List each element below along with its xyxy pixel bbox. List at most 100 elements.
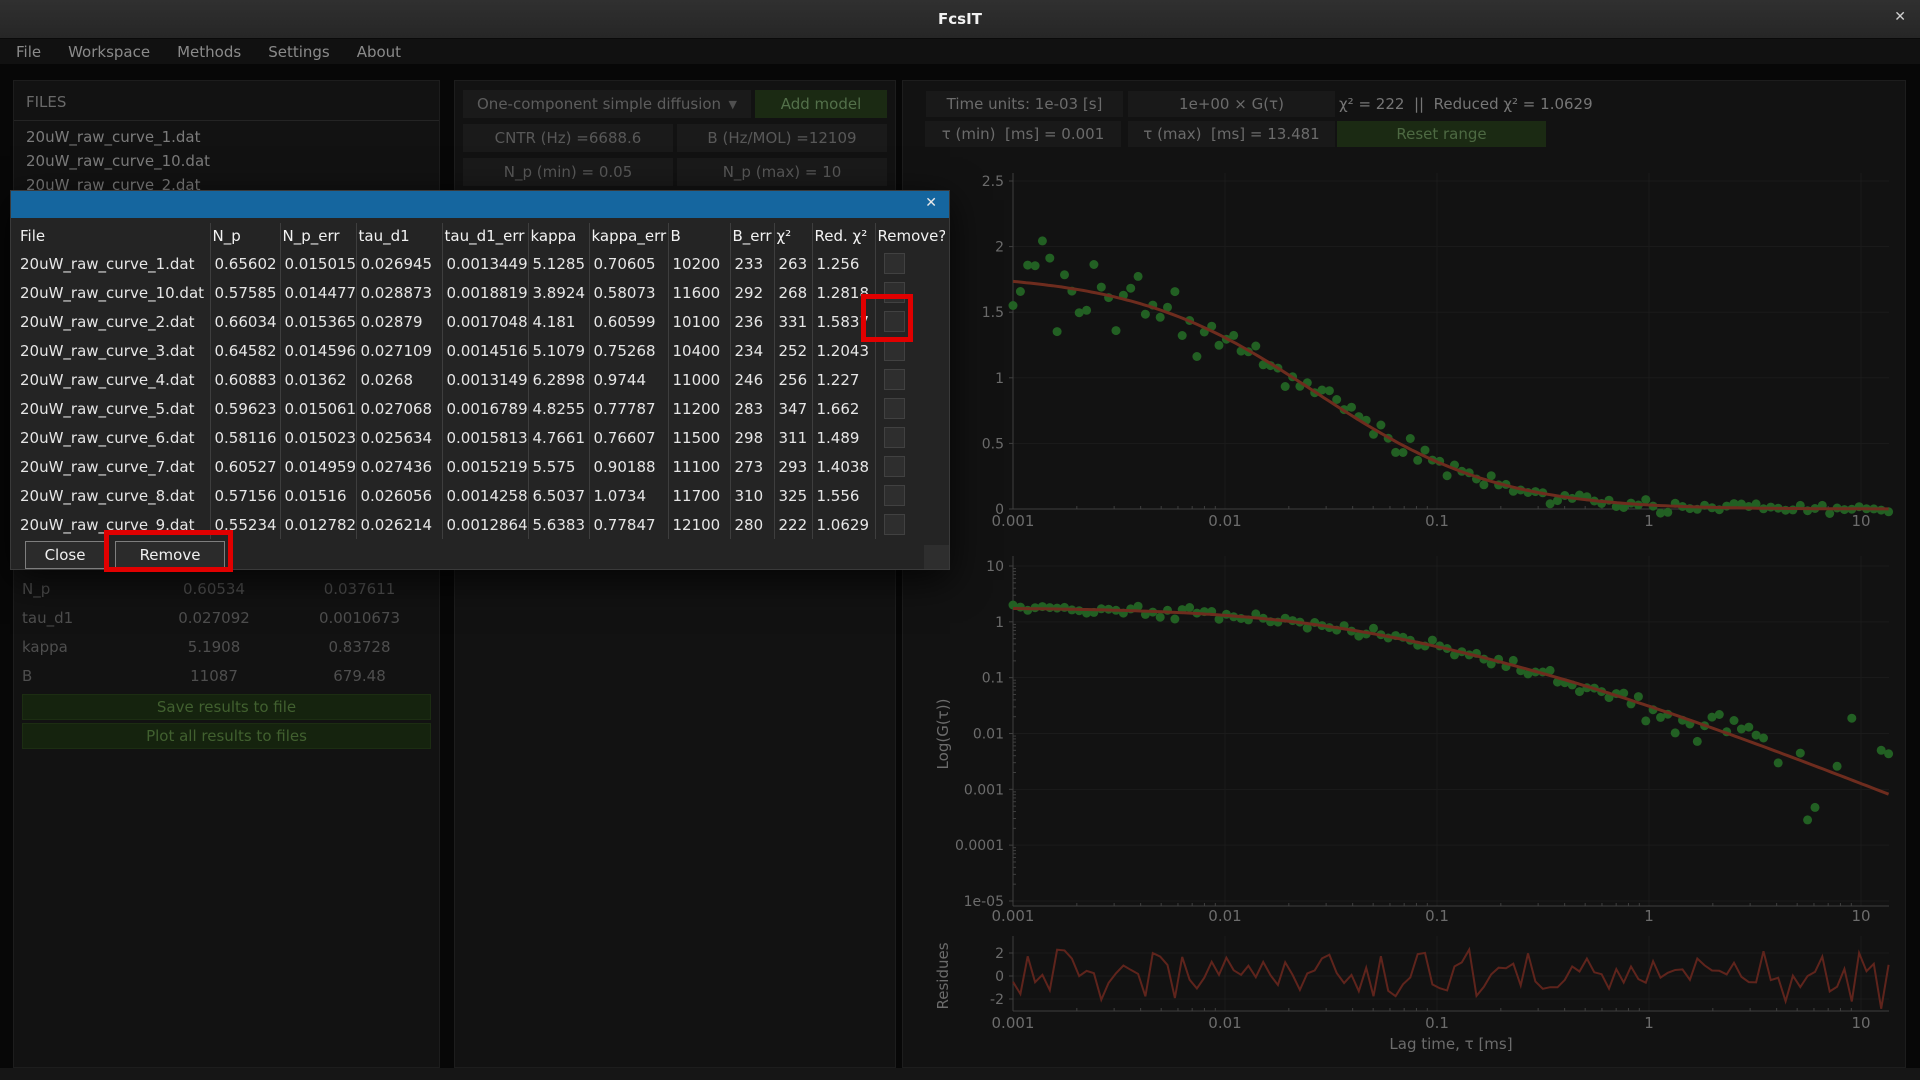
fit-table-file-cell: 20uW_raw_curve_2.dat	[18, 307, 210, 336]
fit-table-value-cell: 0.015061	[280, 394, 356, 423]
svg-text:0.01: 0.01	[1208, 1014, 1241, 1032]
fit-table-value-cell: 5.6383	[528, 510, 589, 539]
svg-text:0.01: 0.01	[973, 726, 1004, 742]
result-param-value: 0.60534	[140, 575, 288, 604]
fit-table-value-cell: 0.77847	[589, 510, 668, 539]
remove-checkbox-row-8[interactable]	[884, 456, 905, 477]
fit-table-remove-cell	[875, 481, 945, 510]
menu-item-settings[interactable]: Settings	[268, 43, 330, 61]
window-close-icon[interactable]: ✕	[1894, 10, 1906, 24]
plot-all-results-button[interactable]: Plot all results to files	[22, 723, 431, 749]
svg-text:0.1: 0.1	[1425, 512, 1449, 530]
fit-table-value-cell: 5.1285	[528, 249, 589, 278]
dialog-titlebar[interactable]: ✕	[11, 191, 949, 218]
correlation-plots[interactable]: 2.521.510.500.0010.010.11101010.10.010.0…	[903, 141, 1907, 1069]
brightness-field[interactable]: B (Hz/MOL) =12109	[677, 124, 887, 152]
fit-table-value-cell: 0.65602	[210, 249, 280, 278]
menu-item-workspace[interactable]: Workspace	[68, 43, 150, 61]
fit-table-value-cell: 0.015023	[280, 423, 356, 452]
fit-table-value-cell: 0.57156	[210, 481, 280, 510]
save-results-button[interactable]: Save results to file	[22, 694, 431, 720]
fit-table-row: 20uW_raw_curve_8.dat0.571560.015160.0260…	[18, 481, 945, 510]
dialog-close-icon[interactable]: ✕	[925, 196, 937, 210]
fit-table-file-cell: 20uW_raw_curve_1.dat	[18, 249, 210, 278]
fit-table-file-cell: 20uW_raw_curve_7.dat	[18, 452, 210, 481]
fit-table-value-cell: 11100	[668, 452, 730, 481]
fit-table-value-cell: 10200	[668, 249, 730, 278]
fit-table-value-cell: 1.662	[812, 394, 875, 423]
result-param-name: B	[22, 662, 140, 691]
fit-table-value-cell: 0.01362	[280, 365, 356, 394]
remove-checkbox-row-7[interactable]	[884, 427, 905, 448]
fit-table-file-cell: 20uW_raw_curve_4.dat	[18, 365, 210, 394]
result-param-value: 0.027092	[140, 604, 288, 633]
remove-checkbox-row-10[interactable]	[884, 514, 905, 535]
g-scale-field[interactable]: 1e+00 × G(τ)	[1128, 91, 1335, 117]
cntr-field[interactable]: CNTR (Hz) =6688.6	[463, 124, 673, 152]
remove-checkbox-row-1[interactable]	[884, 253, 905, 274]
fit-table-value-cell: 293	[774, 452, 812, 481]
svg-text:1: 1	[1644, 1014, 1654, 1032]
fit-table-value-cell: 1.0734	[589, 481, 668, 510]
result-row: kappa5.19080.83728	[22, 633, 431, 662]
model-param-row-2: N_p (min) = 0.05 N_p (max) = 10	[463, 158, 887, 186]
fit-table-row: 20uW_raw_curve_7.dat0.605270.0149590.027…	[18, 452, 945, 481]
dialog-resize-grip[interactable]	[924, 545, 949, 569]
menu-item-about[interactable]: About	[357, 43, 401, 61]
fit-table-value-cell: 0.0015219	[442, 452, 528, 481]
fit-table-value-cell: 0.77787	[589, 394, 668, 423]
fit-table-value-cell: 0.0017048	[442, 307, 528, 336]
np-min-field[interactable]: N_p (min) = 0.05	[463, 158, 673, 186]
fit-table-remove-cell	[875, 510, 945, 539]
result-row: tau_d10.0270920.0010673	[22, 604, 431, 633]
svg-text:0.1: 0.1	[982, 671, 1004, 687]
fit-table-remove-cell	[875, 249, 945, 278]
fit-table-value-cell: 10100	[668, 307, 730, 336]
svg-text:0.001: 0.001	[992, 907, 1035, 925]
svg-text:2: 2	[995, 946, 1004, 962]
fit-table-value-cell: 6.2898	[528, 365, 589, 394]
fit-table-row: 20uW_raw_curve_5.dat0.596230.0150610.027…	[18, 394, 945, 423]
fit-table-value-cell: 0.027109	[356, 336, 442, 365]
fit-table-value-cell: 0.60883	[210, 365, 280, 394]
file-list-item[interactable]: 20uW_raw_curve_10.dat	[14, 149, 439, 173]
fit-table-column-header: Red. χ²	[812, 223, 875, 249]
fit-table-file-cell: 20uW_raw_curve_6.dat	[18, 423, 210, 452]
add-model-button[interactable]: Add model	[755, 90, 887, 118]
fit-table-column-header: N_p_err	[280, 223, 356, 249]
fit-table-value-cell: 0.014959	[280, 452, 356, 481]
residuals-plot: 20-20.0010.010.1110ResiduesLag time, τ […	[934, 936, 1889, 1053]
fit-table-column-header: tau_d1	[356, 223, 442, 249]
window-title: FcsIT	[938, 10, 982, 28]
remove-checkbox-row-5[interactable]	[884, 369, 905, 390]
remove-checkbox-row-6[interactable]	[884, 398, 905, 419]
time-units-field[interactable]: Time units: 1e-03 [s]	[926, 91, 1123, 117]
remove-checkbox-row-4[interactable]	[884, 340, 905, 361]
fit-table-value-cell: 0.58116	[210, 423, 280, 452]
fit-table-value-cell: 234	[730, 336, 774, 365]
lag-time-xlabel: Lag time, τ [ms]	[1389, 1035, 1512, 1053]
fit-table-value-cell: 0.0016789	[442, 394, 528, 423]
fit-table-column-header: File	[18, 223, 210, 249]
menu-item-methods[interactable]: Methods	[177, 43, 241, 61]
fit-table-value-cell: 0.0014258	[442, 481, 528, 510]
result-param-error: 0.037611	[288, 575, 431, 604]
remove-checkbox-row-9[interactable]	[884, 485, 905, 506]
window-titlebar[interactable]: FcsIT ✕	[0, 0, 1920, 39]
file-list-item[interactable]: 20uW_raw_curve_1.dat	[14, 125, 439, 149]
menu-bar: File Workspace Methods Settings About	[0, 39, 1920, 64]
np-max-field[interactable]: N_p (max) = 10	[677, 158, 887, 186]
close-button[interactable]: Close	[25, 541, 105, 569]
result-param-error: 0.83728	[288, 633, 431, 662]
fit-table-value-cell: 0.58073	[589, 278, 668, 307]
fit-table-value-cell: 0.70605	[589, 249, 668, 278]
fit-table-value-cell: 273	[730, 452, 774, 481]
fit-table-value-cell: 263	[774, 249, 812, 278]
menu-item-file[interactable]: File	[16, 43, 41, 61]
svg-text:0.001: 0.001	[992, 1014, 1035, 1032]
fit-results-table: FileN_pN_p_errtau_d1tau_d1_errkappakappa…	[18, 223, 945, 539]
fit-table-file-cell: 20uW_raw_curve_3.dat	[18, 336, 210, 365]
model-select[interactable]: One-component simple diffusion ▼	[463, 90, 751, 118]
annotation-highlight-remove-button	[104, 530, 233, 572]
file-list: 20uW_raw_curve_1.dat20uW_raw_curve_10.da…	[14, 121, 439, 197]
